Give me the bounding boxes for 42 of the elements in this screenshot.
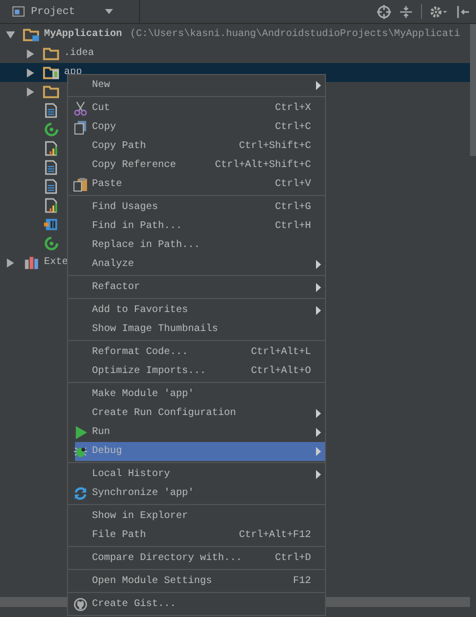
menu-label: Show in Explorer	[92, 511, 188, 522]
shortcut-text: Ctrl+Alt+Shift+C	[214, 160, 311, 171]
menu-label: Analyze	[92, 259, 134, 270]
menu-label: Compare Directory with...	[92, 553, 242, 564]
shortcut-text: F12	[292, 576, 311, 587]
shortcut-text: Ctrl+G	[274, 202, 311, 213]
menu-label: Copy Path	[92, 141, 146, 152]
menu-label: Refactor	[92, 282, 140, 293]
menu-label: Find in Path...	[92, 221, 182, 232]
menu-label: Create Gist...	[92, 599, 176, 610]
menu-label: Debug	[92, 446, 122, 457]
menu-label: Add to Favorites	[92, 305, 188, 316]
shortcut-text: Ctrl+C	[274, 122, 311, 133]
shortcut-text: Ctrl+Alt+L	[250, 347, 311, 358]
node-label: Exte	[44, 257, 68, 268]
menu-label: Show Image Thumbnails	[92, 324, 218, 335]
shortcut-text: Ctrl+H	[274, 221, 311, 232]
menu-label: Run	[92, 427, 110, 438]
menu-label: Create Run Configuration	[92, 408, 236, 419]
menu-label: Copy Reference	[92, 160, 176, 171]
menu-label: Optimize Imports...	[92, 366, 206, 377]
menu-label: Replace in Path...	[92, 240, 200, 251]
menu-label: Cut	[92, 103, 110, 114]
menu-label: New	[92, 80, 110, 91]
menu-label: Local History	[92, 469, 170, 480]
shortcut-text: Ctrl+Alt+O	[250, 366, 311, 377]
menu-label: Synchronize 'app'	[92, 488, 194, 499]
menu-label: Open Module Settings	[92, 576, 212, 587]
menu-label: Reformat Code...	[92, 347, 188, 358]
shortcut-text: Ctrl+D	[274, 553, 311, 564]
menu-label: Copy	[92, 122, 116, 133]
node-label: .idea	[64, 48, 94, 59]
menu-label: Make Module 'app'	[92, 389, 194, 400]
shortcut-text: Ctrl+Shift+C	[238, 141, 311, 152]
menu-label: File Path	[92, 530, 146, 541]
shortcut-text: Ctrl+V	[274, 179, 311, 190]
node-label: MyApplication	[44, 29, 122, 40]
menu-label: Paste	[92, 179, 122, 190]
menu-label: Find Usages	[92, 202, 158, 213]
path-text: (C:\Users\kasni.huang\AndroidstudioProjects\MyApplicati	[130, 29, 460, 40]
shortcut-text: Ctrl+Alt+F12	[238, 530, 311, 541]
shortcut-text: Ctrl+X	[274, 103, 311, 114]
